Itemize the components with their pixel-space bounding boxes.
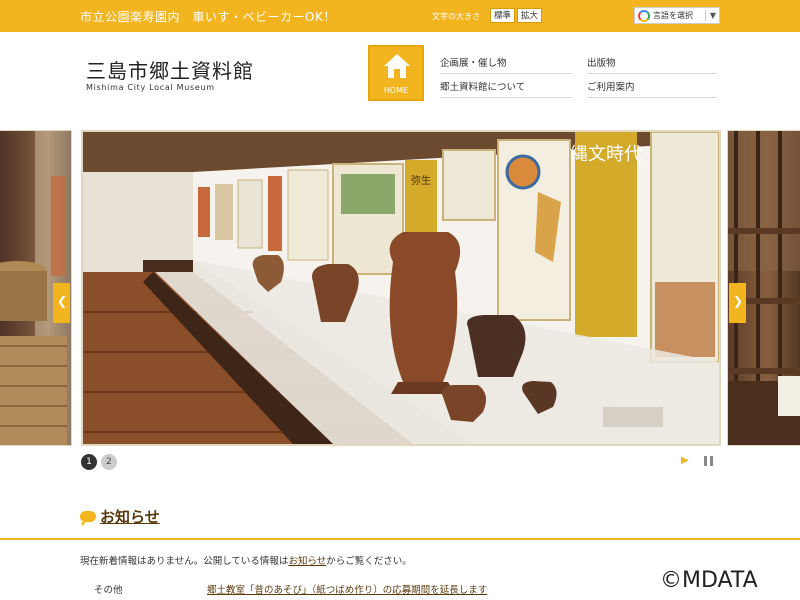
slide-pager-1[interactable]: 1 [81,454,97,470]
speech-bubble-icon [80,511,96,526]
slide-pager-2[interactable]: 2 [101,454,117,470]
language-select[interactable]: 言語を選択 ▼ [634,7,720,24]
home-button[interactable]: HOME [368,45,424,101]
tagline: 市立公園楽寿園内 車いす・ベビーカーOK！ [80,10,336,24]
image-slider: 弥生 縄文時代 ❮ ❯ [0,130,800,448]
house-icon [384,54,410,78]
chevron-down-icon: ▼ [709,11,716,20]
news-heading: お知らせ [80,506,160,527]
nav-item-about[interactable]: 郷土資料館について [440,76,572,98]
pause-icon[interactable] [704,456,713,466]
language-select-label: 言語を選択 [653,11,693,20]
news-message: 現在新着情報はありません。公開している情報はお知らせからご覧ください。 [80,553,412,567]
news-divider [0,538,800,540]
play-icon[interactable]: ▶ [681,455,689,466]
google-icon [638,10,650,22]
font-size-normal-button[interactable]: 標準 [490,8,516,23]
news-item-link[interactable]: 郷土教室「昔のあそび」（紙つばめ作り）の応募期間を延長します [207,582,487,596]
top-bar: 市立公園楽寿園内 車いす・ベビーカーOK！ 文字の大きさ 標準 拡大 言語を選択… [0,0,800,32]
chevron-right-icon: ❯ [733,294,744,308]
exhibit-sign-yayoi: 弥生 [411,174,431,187]
news-heading-link[interactable]: お知らせ [100,508,160,526]
nav-item-exhibitions[interactable]: 企画展・催し物 [440,52,572,74]
news-message-link[interactable]: お知らせ [288,556,326,567]
news-message-suffix: からご覧ください。 [326,556,412,567]
nav-item-visitor-guide[interactable]: ご利用案内 [587,76,717,98]
slide-next-button[interactable]: ❯ [729,283,746,323]
copyright-watermark: ©MDATA [660,568,758,593]
font-size-large-button[interactable]: 拡大 [517,8,543,23]
slide-current: 弥生 縄文時代 [81,130,721,446]
museum-exhibit-photo: 弥生 縄文時代 [83,132,719,444]
language-select-divider [705,10,706,21]
home-button-label: HOME [383,86,409,95]
news-item-category: その他 [94,585,123,596]
font-size-label: 文字の大きさ [432,12,480,21]
chevron-left-icon: ❮ [57,294,68,308]
slide-prev-button[interactable]: ❮ [53,283,70,323]
site-subtitle: Mishima City Local Museum [86,83,215,92]
exhibit-sign-jomon: 縄文時代 [570,144,642,165]
nav-item-publications[interactable]: 出版物 [587,52,717,74]
site-title[interactable]: 三島市郷土資料館 [86,55,254,84]
news-message-prefix: 現在新着情報はありません。公開している情報は [80,556,289,567]
